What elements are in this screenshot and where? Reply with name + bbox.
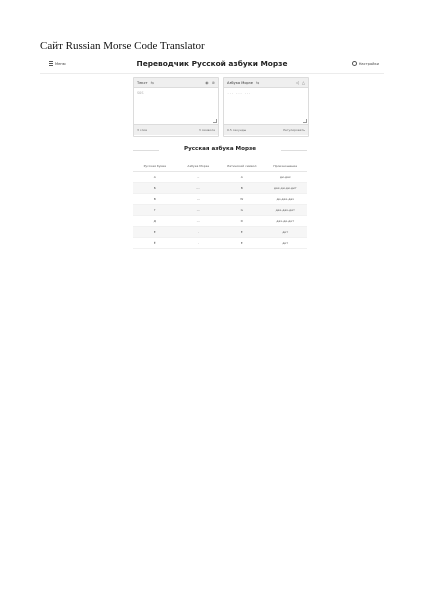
- char-count: 3 символа: [198, 128, 215, 132]
- table-cell: E: [220, 226, 264, 238]
- text-input-field[interactable]: SOS: [134, 88, 218, 124]
- table-cell: Ё: [133, 237, 177, 249]
- table-row: В .-- W ди-дах-дах: [133, 193, 307, 205]
- speed-value: 0.5 секунды: [227, 128, 247, 132]
- table-cell: W: [220, 193, 264, 205]
- column-header: Произношение: [263, 161, 307, 172]
- text-panel-label: Текст: [137, 80, 148, 85]
- settings-label: Настройки: [358, 61, 379, 66]
- table-row: Б -... B дах-ди-ди-дит: [133, 182, 307, 194]
- table-row: Ё . E дит: [133, 237, 307, 249]
- table-cell: дит: [263, 237, 307, 249]
- gear-icon: [351, 61, 357, 66]
- swap-icon[interactable]: ⇆: [256, 80, 259, 85]
- resize-handle[interactable]: [303, 119, 307, 123]
- sound-icon[interactable]: ◁: [296, 80, 299, 85]
- table-row: Е . E дит: [133, 226, 307, 238]
- morse-panel-label: Азбука Морзе: [227, 80, 253, 85]
- table-cell: D: [220, 215, 264, 227]
- table-cell: B: [220, 182, 264, 194]
- share-icon[interactable]: △: [302, 80, 305, 85]
- table-row: Г --. G дах-дах-дит: [133, 204, 307, 216]
- section-heading: Русская азбука Морзе: [133, 146, 307, 154]
- adjust-link[interactable]: Регулировать: [283, 128, 305, 132]
- table-cell: ди-дах-дах: [263, 193, 307, 205]
- morse-panel-footer: 0.5 секунды Регулировать: [224, 124, 308, 135]
- table-cell: В: [133, 193, 177, 205]
- table-cell: -..: [176, 215, 220, 227]
- section-title: Русская азбука Морзе: [183, 146, 257, 152]
- table-row: А .- A ди-дах: [133, 171, 307, 183]
- table-cell: -...: [176, 182, 220, 194]
- table-cell: E: [220, 237, 264, 249]
- top-bar: Меню Переводчик Русской азбуки Морзе Нас…: [40, 56, 384, 74]
- column-header: Латинский символ: [220, 161, 264, 172]
- morse-output-value: ... --- ...: [227, 91, 251, 95]
- table-cell: Б: [133, 182, 177, 194]
- resize-handle[interactable]: [213, 119, 217, 123]
- settings-button[interactable]: Настройки: [351, 61, 379, 66]
- eye-icon[interactable]: ◉: [205, 80, 209, 85]
- table-row: Д -.. D дах-ди-дит: [133, 215, 307, 227]
- table-cell: Д: [133, 215, 177, 227]
- text-input-panel: Текст ⇆ ◉ ⊗ SOS 3 слов 3 символа: [133, 77, 219, 137]
- page-title: Переводчик Русской азбуки Морзе: [136, 59, 288, 68]
- table-cell: .: [176, 237, 220, 249]
- table-cell: А: [133, 171, 177, 183]
- text-panel-footer: 3 слов 3 символа: [134, 124, 218, 135]
- table-header-row: Русская буква Азбука Морзе Латинский сим…: [133, 161, 307, 172]
- morse-output-field[interactable]: ... --- ...: [224, 88, 308, 124]
- table-cell: дах-ди-ди-дит: [263, 182, 307, 194]
- table-cell: дах-ди-дит: [263, 215, 307, 227]
- morse-panel-header: Азбука Морзе ⇆ ◁ △: [224, 78, 308, 88]
- table-cell: Е: [133, 226, 177, 238]
- table-cell: .--: [176, 193, 220, 205]
- table-cell: A: [220, 171, 264, 183]
- website-screenshot: Меню Переводчик Русской азбуки Морзе Нас…: [40, 56, 384, 249]
- morse-alphabet-table: Русская буква Азбука Морзе Латинский сим…: [133, 161, 307, 249]
- table-cell: G: [220, 204, 264, 216]
- morse-output-panel: Азбука Морзе ⇆ ◁ △ ... --- ... 0.5 секун…: [223, 77, 309, 137]
- swap-icon[interactable]: ⇆: [151, 80, 154, 85]
- text-panel-header: Текст ⇆ ◉ ⊗: [134, 78, 218, 88]
- table-cell: дит: [263, 226, 307, 238]
- table-cell: ди-дах: [263, 171, 307, 183]
- table-cell: .-: [176, 171, 220, 183]
- word-count: 3 слов: [137, 128, 148, 132]
- table-cell: .: [176, 226, 220, 238]
- column-header: Русская буква: [133, 161, 177, 172]
- document-title: Сайт Russian Morse Code Translator: [40, 40, 205, 52]
- text-input-value: SOS: [137, 91, 144, 95]
- divider: [281, 150, 307, 151]
- table-cell: дах-дах-дит: [263, 204, 307, 216]
- column-header: Азбука Морзе: [176, 161, 220, 172]
- clear-icon[interactable]: ⊗: [212, 80, 215, 85]
- table-cell: --.: [176, 204, 220, 216]
- table-cell: Г: [133, 204, 177, 216]
